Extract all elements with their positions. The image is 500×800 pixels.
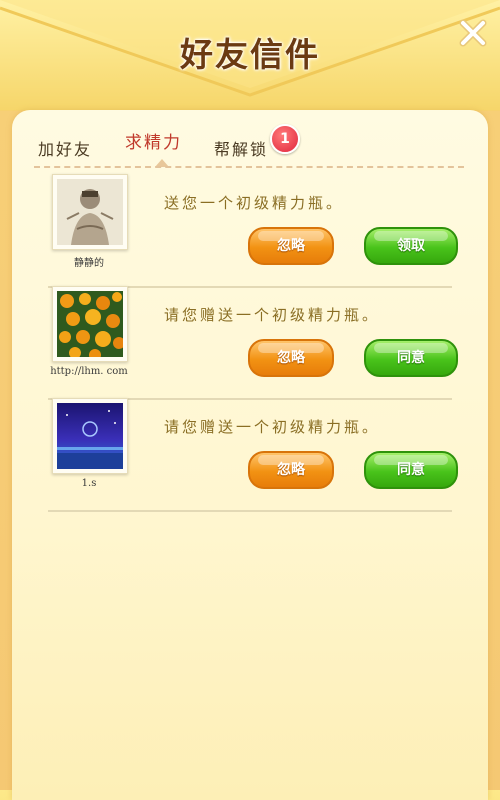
ignore-button[interactable]: 忽略 <box>248 227 334 265</box>
sender-name: 静静的 <box>74 258 104 269</box>
tab-request-energy[interactable]: 求精力 <box>125 128 182 153</box>
avatar-frame <box>52 286 128 362</box>
ignore-button[interactable]: 忽略 <box>248 451 334 489</box>
agree-button[interactable]: 同意 <box>364 451 458 489</box>
header: 好友信件 <box>0 0 500 110</box>
tab-divider <box>34 166 464 168</box>
close-button[interactable] <box>456 16 490 50</box>
avatar-frame <box>52 398 128 474</box>
letter-row: http://lhm. com 请您赠送一个初级精力瓶。 忽略 同意 <box>48 286 458 400</box>
notification-badge: 1 <box>270 124 300 154</box>
letter-row: 静静的 送您一个初级精力瓶。 忽略 领取 <box>48 174 458 288</box>
avatar <box>57 179 123 245</box>
letter-message: 请您赠送一个初级精力瓶。 <box>164 306 381 324</box>
letter-row: 1.s 请您赠送一个初级精力瓶。 忽略 同意 <box>48 398 458 512</box>
avatar-frame <box>52 174 128 250</box>
avatar <box>57 403 123 469</box>
close-icon <box>459 19 487 47</box>
ignore-button[interactable]: 忽略 <box>248 339 334 377</box>
letter-message: 请您赠送一个初级精力瓶。 <box>164 418 381 436</box>
claim-button[interactable]: 领取 <box>364 227 458 265</box>
page-title: 好友信件 <box>180 35 320 74</box>
sender-name: http://lhm. com <box>50 366 128 377</box>
letters-panel: 加好友 求精力 帮解锁 1 静静的 送您一个初级精力瓶。 忽略 领取 http:… <box>12 110 488 800</box>
avatar <box>57 291 123 357</box>
tab-bar: 加好友 求精力 帮解锁 1 <box>12 110 488 167</box>
tab-add-friend[interactable]: 加好友 <box>38 136 92 160</box>
tab-help-unlock[interactable]: 帮解锁 <box>214 136 268 160</box>
sender-name: 1.s <box>81 478 97 489</box>
letter-message: 送您一个初级精力瓶。 <box>164 194 345 212</box>
agree-button[interactable]: 同意 <box>364 339 458 377</box>
